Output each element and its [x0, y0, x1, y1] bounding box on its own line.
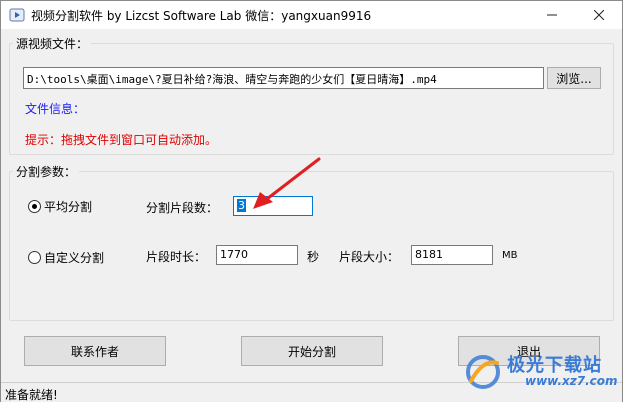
segment-length-label: 片段时长：: [146, 250, 207, 264]
split-params-legend: 分割参数：: [13, 163, 80, 180]
file-info-label: 文件信息：: [25, 102, 86, 116]
segment-size-input[interactable]: 8181: [411, 245, 493, 265]
app-icon: [9, 8, 25, 22]
annotation-arrow-icon: [253, 157, 321, 209]
watermark-url: www.xz7.com: [525, 374, 618, 388]
segment-count-value: 3: [237, 199, 246, 212]
radio-custom-split[interactable]: 自定义分割: [28, 249, 104, 266]
minimize-button[interactable]: [529, 1, 575, 29]
minimize-icon: [547, 14, 557, 16]
contact-author-button[interactable]: 联系作者: [24, 336, 166, 366]
status-text: 准备就绪!: [5, 388, 58, 402]
source-path-field[interactable]: D:\tools\桌面\image\?夏日补给?海浪、晴空与奔跑的少女们【夏日晴…: [23, 67, 544, 89]
watermark-logo-icon: [466, 355, 500, 389]
seconds-unit: 秒: [307, 250, 320, 264]
source-file-legend: 源视频文件：: [13, 35, 92, 52]
mb-unit: MB: [502, 250, 518, 261]
radio-average-label: 平均分割: [44, 200, 93, 214]
segment-length-input[interactable]: 1770: [216, 245, 298, 265]
drag-tip: 提示：拖拽文件到窗口可自动添加。: [25, 133, 218, 147]
app-window: 视频分割软件 by Lizcst Software Lab 微信：yangxua…: [0, 0, 623, 402]
start-split-button[interactable]: 开始分割: [241, 336, 383, 366]
radio-average-split[interactable]: 平均分割: [28, 198, 92, 215]
close-button[interactable]: [576, 1, 622, 29]
browse-button[interactable]: 浏览...: [547, 67, 601, 89]
segment-count-label: 分割片段数：: [146, 201, 219, 215]
watermark: 极光下载站 www.xz7.com: [463, 349, 623, 393]
close-icon: [594, 10, 604, 20]
radio-circle-unchecked: [28, 251, 41, 264]
radio-custom-label: 自定义分割: [44, 251, 105, 265]
title-bar: 视频分割软件 by Lizcst Software Lab 微信：yangxua…: [1, 1, 622, 29]
segment-size-label: 片段大小：: [339, 250, 400, 264]
window-title: 视频分割软件 by Lizcst Software Lab 微信：yangxua…: [31, 9, 372, 23]
radio-circle-checked: [28, 200, 41, 213]
